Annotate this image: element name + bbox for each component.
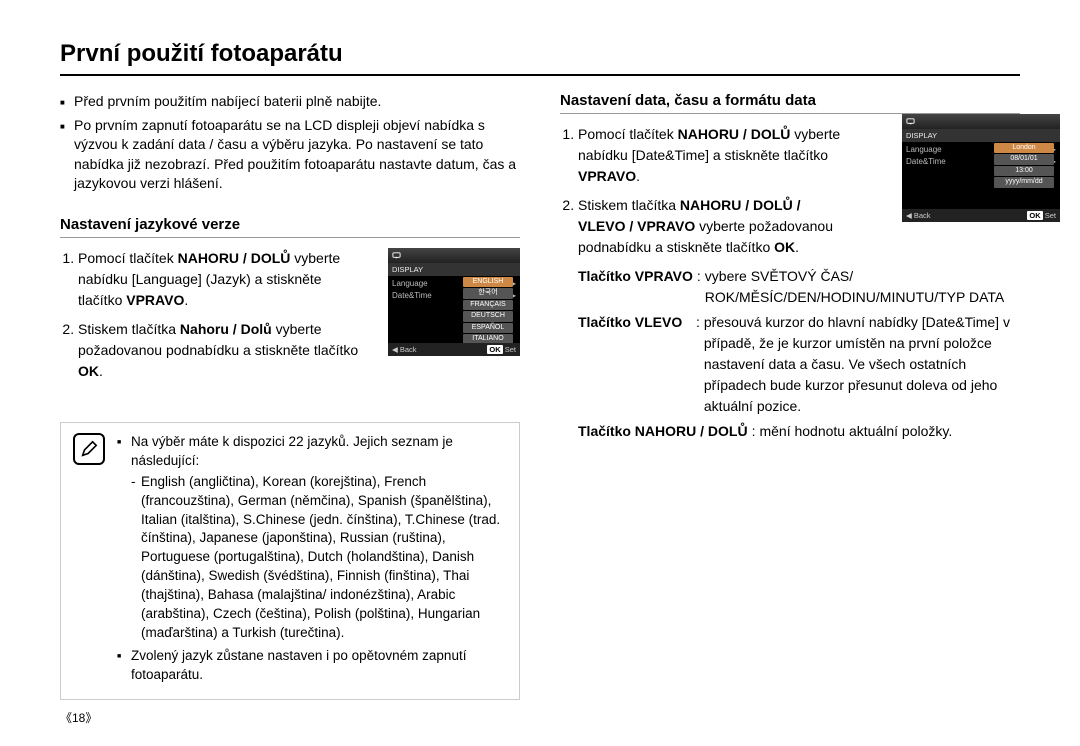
lcd-header — [388, 248, 520, 263]
text: Stiskem tlačítka — [578, 197, 680, 213]
colon: : — [693, 266, 705, 308]
lcd-ok-set: OK Set — [1027, 211, 1056, 220]
def-value: přesouvá kurzor do hlavní nabídky [Date&… — [704, 312, 1020, 417]
colon: : — [692, 312, 704, 417]
page-number: 《18》 — [60, 709, 97, 726]
text-bold: VPRAVO — [578, 168, 636, 184]
lcd-option: 13:00 — [994, 166, 1054, 176]
datetime-steps: Pomocí tlačítek NAHORU / DOLŮ vyberte na… — [560, 124, 850, 258]
lang-step-1: Pomocí tlačítek NAHORU / DOLŮ vyberte na… — [78, 248, 360, 311]
def-value: vybere SVĚTOVÝ ČAS/ ROK/MĚSÍC/DEN/HODINU… — [705, 266, 1020, 308]
display-icon — [392, 251, 401, 260]
lcd-row-label: Date&Time — [906, 157, 946, 167]
lcd-option: ENGLISH — [463, 277, 513, 287]
note-bullets: Na výběr máte k dispozici 22 jazyků. Jej… — [117, 433, 507, 685]
datetime-section-title: Nastavení data, času a formátu data — [560, 92, 1020, 114]
text: OK — [1027, 211, 1042, 220]
def-row-left: Tlačítko VLEVO: přesouvá kurzor do hlavn… — [578, 312, 1020, 417]
chevron-left-icon: ◀ — [392, 345, 398, 354]
lcd-row-label: Language — [392, 279, 428, 289]
note-bullet-2: Zvolený jazyk zůstane nastaven i po opět… — [131, 647, 507, 685]
lcd-ok-set: OK Set — [487, 345, 516, 354]
lcd-row-label: Language — [906, 145, 942, 155]
two-column-layout: Před prvním použitím nabíjecí baterii pl… — [60, 92, 1020, 700]
lcd-option: ESPAÑOL — [463, 323, 513, 333]
lcd-back: ◀ Back — [392, 345, 417, 354]
language-steps: Pomocí tlačítek NAHORU / DOLŮ vyberte na… — [60, 248, 360, 382]
page-container: První použití fotoaparátu Před prvním po… — [0, 0, 1080, 746]
intro-bullets: Před prvním použitím nabíjecí baterii pl… — [60, 92, 520, 194]
intro-bullet-2: Po prvním zapnutí fotoaparátu se na LCD … — [74, 116, 520, 194]
text: Pomocí tlačítek — [578, 126, 678, 142]
text: . — [99, 363, 103, 379]
note-bullet-1: Na výběr máte k dispozici 22 jazyků. Jej… — [131, 433, 507, 643]
def-row-right: Tlačítko VPRAVO: vybere SVĚTOVÝ ČAS/ ROK… — [578, 266, 1020, 308]
text: . — [795, 239, 799, 255]
page-title: První použití fotoaparátu — [60, 40, 1020, 76]
lcd-footer: ◀ Back OK Set — [388, 343, 520, 356]
datetime-steps-wrap: Pomocí tlačítek NAHORU / DOLŮ vyberte na… — [560, 124, 1020, 258]
left-column: Před prvním použitím nabíjecí baterii pl… — [60, 92, 520, 700]
text: Back — [914, 211, 931, 220]
lcd-option: 08/01/01 — [994, 154, 1054, 164]
lcd-options: ENGLISH 한국어 FRANÇAIS DEUTSCH ESPAÑOL ITA… — [460, 276, 516, 345]
note-language-list: English (angličtina), Korean (korejština… — [131, 473, 507, 643]
lcd-display-label: DISPLAY — [388, 263, 520, 276]
text-bold: VPRAVO — [126, 292, 184, 308]
text: Na výběr máte k dispozici 22 jazyků. Jej… — [131, 434, 453, 468]
text-bold: Nahoru / Dolů — [180, 321, 272, 337]
text-bold: NAHORU / DOLŮ — [678, 126, 791, 142]
lcd-display-label: DISPLAY — [902, 129, 1060, 142]
lcd-language: DISPLAY Language▶ Date&Time▶ ENGLISH 한국어… — [388, 248, 520, 356]
note-icon — [73, 433, 105, 465]
note-box: Na výběr máte k dispozici 22 jazyků. Jej… — [60, 422, 520, 700]
button-definitions: Tlačítko VPRAVO: vybere SVĚTOVÝ ČAS/ ROK… — [560, 266, 1020, 442]
text: Set — [1045, 211, 1056, 220]
lcd-row-label: Date&Time — [392, 291, 432, 301]
text-bold: NAHORU / DOLŮ — [178, 250, 291, 266]
colon: : — [748, 421, 760, 442]
lcd-datetime: DISPLAY Language▶ Date&Time▶ London 08/0… — [902, 114, 1060, 222]
pencil-icon — [80, 440, 98, 458]
lcd-option: London — [994, 143, 1054, 153]
text: . — [184, 292, 188, 308]
lcd-option: FRANÇAIS — [463, 300, 513, 310]
lang-step-2: Stiskem tlačítka Nahoru / Dolů vyberte p… — [78, 319, 360, 382]
text: OK — [487, 345, 502, 354]
lcd-options: London 08/01/01 13:00 yyyy/mm/dd — [992, 142, 1056, 189]
language-steps-wrap: Pomocí tlačítek NAHORU / DOLŮ vyberte na… — [60, 248, 520, 382]
datetime-step-2: Stiskem tlačítka NAHORU / DOLŮ / VLEVO /… — [578, 195, 850, 258]
display-icon — [906, 117, 915, 126]
lcd-back: ◀ Back — [906, 211, 931, 220]
right-column: Nastavení data, času a formátu data Pomo… — [560, 92, 1020, 700]
intro-bullet-1: Před prvním použitím nabíjecí baterii pl… — [74, 92, 520, 112]
lcd-footer: ◀ Back OK Set — [902, 209, 1060, 222]
datetime-step-1: Pomocí tlačítek NAHORU / DOLŮ vyberte na… — [578, 124, 850, 187]
def-label: Tlačítko VPRAVO — [578, 266, 693, 308]
def-label: Tlačítko NAHORU / DOLŮ — [578, 421, 748, 442]
text-bold: OK — [78, 363, 99, 379]
text: Set — [505, 345, 516, 354]
text-bold: OK — [774, 239, 795, 255]
text: . — [636, 168, 640, 184]
chevron-left-icon: ◀ — [906, 211, 912, 220]
text: Back — [400, 345, 417, 354]
lcd-header — [902, 114, 1060, 129]
def-label: Tlačítko VLEVO — [578, 312, 692, 417]
def-value: mění hodnotu aktuální položky. — [759, 421, 952, 442]
note-body: Na výběr máte k dispozici 22 jazyků. Jej… — [117, 433, 507, 689]
text: Stiskem tlačítka — [78, 321, 180, 337]
def-row-updown: Tlačítko NAHORU / DOLŮ: mění hodnotu akt… — [578, 421, 1020, 442]
lcd-option: 한국어 — [463, 288, 513, 298]
lcd-option: yyyy/mm/dd — [994, 177, 1054, 187]
language-section-title: Nastavení jazykové verze — [60, 216, 520, 238]
text: Pomocí tlačítek — [78, 250, 178, 266]
lcd-option: DEUTSCH — [463, 311, 513, 321]
